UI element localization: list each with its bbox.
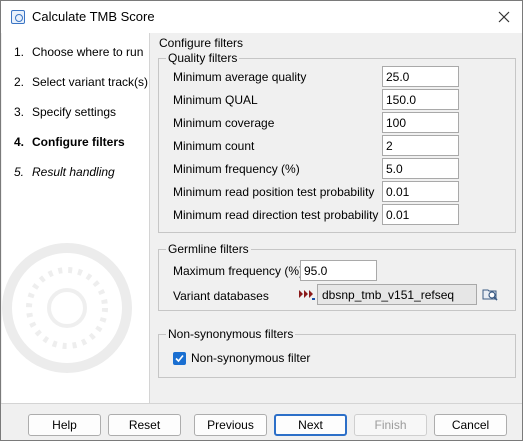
min-count-label: Minimum count [173,139,255,153]
app-icon [11,10,25,24]
track-database-icon [299,290,315,300]
min-qual-input[interactable] [382,89,459,110]
min-count-input[interactable] [382,135,459,156]
close-icon [498,11,510,23]
max-frequency-input[interactable] [300,260,377,281]
next-button[interactable]: Next [274,414,347,436]
reset-button[interactable]: Reset [108,414,181,436]
non-synonymous-checkbox[interactable] [173,352,186,365]
step-label: Choose where to run [32,45,144,59]
checkmark-icon [175,354,184,363]
cancel-button[interactable]: Cancel [434,414,507,436]
quality-filters-group: Quality filters Minimum average quality … [158,51,516,233]
min-read-direction-input[interactable] [382,204,459,225]
button-bar: Help Reset Previous Next Finish Cancel [1,403,522,440]
window-title: Calculate TMB Score [32,9,155,24]
min-qual-label: Minimum QUAL [173,93,258,107]
dialog-window: Calculate TMB Score 1. Choose where to ru… [0,0,523,441]
step-choose-where-to-run: 1. Choose where to run [14,45,144,59]
step-result-handling: 5. Result handling [14,165,115,179]
min-average-quality-label: Minimum average quality [173,70,307,84]
group-label: Germline filters [166,242,251,256]
min-read-direction-label: Minimum read direction test probability [173,208,379,222]
max-frequency-label: Maximum frequency (%) [173,264,304,278]
close-button[interactable] [494,7,514,27]
browse-folder-icon[interactable] [481,285,499,303]
non-synonymous-checkbox-label[interactable]: Non-synonymous filter [191,351,310,365]
group-label: Non-synonymous filters [166,327,296,341]
finish-button[interactable]: Finish [354,414,427,436]
step-label: Configure filters [32,135,125,149]
min-read-position-label: Minimum read position test probability [173,185,375,199]
variant-database-field[interactable]: dbsnp_tmb_v151_refseq [317,284,477,305]
variant-databases-label: Variant databases [173,289,269,303]
title-bar: Calculate TMB Score [1,1,522,33]
step-select-variant-tracks: 2. Select variant track(s) [14,75,149,89]
min-frequency-input[interactable] [382,158,459,179]
min-coverage-label: Minimum coverage [173,116,275,130]
non-synonymous-filters-group: Non-synonymous filters Non-synonymous fi… [158,327,516,378]
step-specify-settings: 3. Specify settings [14,105,117,119]
germline-filters-group: Germline filters Maximum frequency (%) V… [158,242,516,311]
min-read-position-input[interactable] [382,181,459,202]
step-configure-filters: 4. Configure filters [14,135,125,149]
wizard-steps-sidebar: 1. Choose where to run 2. Select variant t… [2,33,150,403]
min-average-quality-input[interactable] [382,66,459,87]
main-content: Configure filters Quality filters Minimu… [151,33,522,403]
group-label: Quality filters [166,51,240,65]
step-label: Select variant track(s) [32,75,149,89]
previous-button[interactable]: Previous [194,414,267,436]
watermark-graphic [2,243,132,373]
step-label: Result handling [32,165,115,179]
min-coverage-input[interactable] [382,112,459,133]
help-button[interactable]: Help [28,414,101,436]
section-title: Configure filters [159,36,244,50]
min-frequency-label: Minimum frequency (%) [173,162,300,176]
step-label: Specify settings [32,105,117,119]
